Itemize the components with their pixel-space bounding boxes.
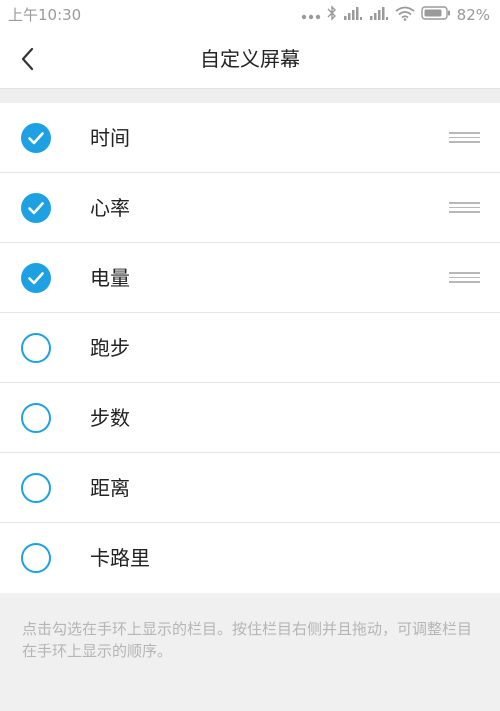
checkmark-icon bbox=[28, 202, 44, 215]
list-item[interactable]: 时间 bbox=[0, 103, 500, 173]
signal-icon bbox=[343, 6, 363, 24]
list-item[interactable]: 距离 bbox=[0, 453, 500, 523]
drag-handle-icon[interactable] bbox=[449, 202, 480, 214]
item-label: 跑步 bbox=[90, 336, 130, 360]
checkbox-unchecked[interactable] bbox=[21, 403, 51, 433]
item-label: 距离 bbox=[90, 476, 130, 500]
item-label: 步数 bbox=[90, 406, 130, 430]
signal-icon bbox=[369, 6, 389, 24]
section-gap bbox=[0, 89, 500, 103]
checkbox-checked[interactable] bbox=[21, 193, 51, 223]
wifi-icon bbox=[395, 6, 415, 25]
checkbox-checked[interactable] bbox=[21, 263, 51, 293]
item-label: 卡路里 bbox=[90, 546, 150, 570]
checkmark-icon bbox=[28, 132, 44, 145]
battery-icon bbox=[420, 6, 451, 24]
hint-text: 点击勾选在手环上显示的栏目。按住栏目右侧并且拖动，可调整栏目在手环上显示的顺序。 bbox=[22, 620, 473, 660]
page-title: 自定义屏幕 bbox=[200, 47, 300, 71]
checkbox-unchecked[interactable] bbox=[21, 473, 51, 503]
bluetooth-icon bbox=[327, 5, 337, 25]
drag-handle-icon[interactable] bbox=[449, 132, 480, 144]
battery-percent: 82% bbox=[456, 6, 490, 24]
list-item[interactable]: 跑步 bbox=[0, 313, 500, 383]
drag-handle-icon[interactable] bbox=[449, 272, 480, 284]
list-item[interactable]: 步数 bbox=[0, 383, 500, 453]
status-icons: 82% bbox=[301, 4, 490, 26]
item-label: 心率 bbox=[90, 196, 130, 220]
checkbox-unchecked[interactable] bbox=[21, 543, 51, 573]
status-time: 上午10:30 bbox=[8, 6, 82, 24]
screen-item-list: 时间 心率 电量 跑步 步数 距离 卡路里 bbox=[0, 103, 500, 593]
footer: 点击勾选在手环上显示的栏目。按住栏目右侧并且拖动，可调整栏目在手环上显示的顺序。 bbox=[0, 596, 500, 711]
header: 自定义屏幕 bbox=[0, 30, 500, 89]
dots-icon bbox=[301, 6, 321, 24]
list-item[interactable]: 心率 bbox=[0, 173, 500, 243]
checkbox-unchecked[interactable] bbox=[21, 333, 51, 363]
checkmark-icon bbox=[28, 272, 44, 285]
item-label: 时间 bbox=[90, 126, 130, 150]
checkbox-checked[interactable] bbox=[21, 123, 51, 153]
list-item[interactable]: 卡路里 bbox=[0, 523, 500, 593]
list-item[interactable]: 电量 bbox=[0, 243, 500, 313]
status-bar: 上午10:30 82% bbox=[0, 0, 500, 30]
item-label: 电量 bbox=[90, 266, 130, 290]
